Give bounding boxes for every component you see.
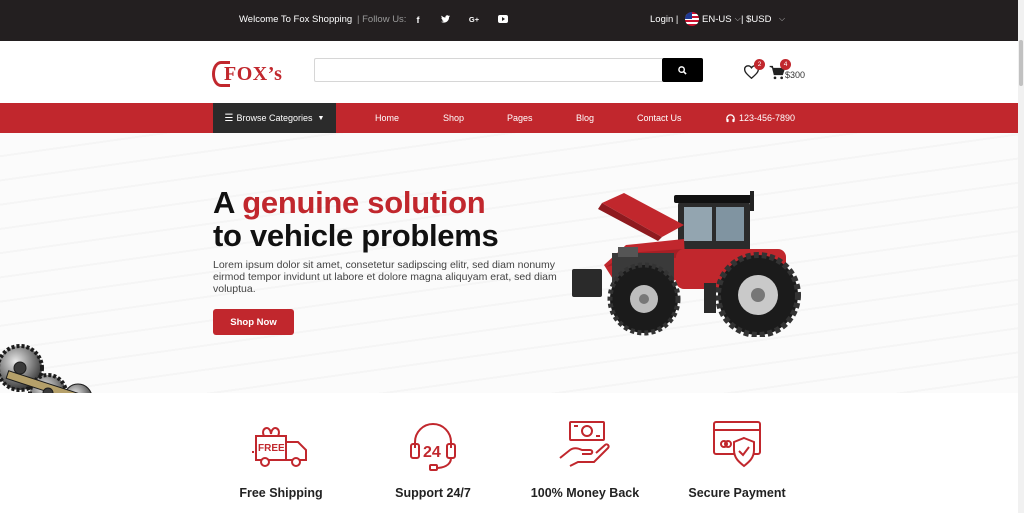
twitter-icon[interactable] [438,13,452,27]
free-shipping-truck-icon: FREE [252,427,307,467]
language-selector[interactable]: EN-US ⌵ [685,12,741,26]
youtube-icon[interactable] [496,13,510,27]
browse-categories-button[interactable]: ☰ Browse Categories ▼ [213,103,336,133]
cart-count-badge: 4 [780,59,791,70]
google-plus-icon[interactable]: G+ [467,13,481,27]
feature-label: 100% Money Back [530,486,640,500]
phone-number: 123-456-7890 [739,113,796,123]
support-24-text: 24 [423,444,441,461]
search-button[interactable] [662,58,703,82]
feature-label: Secure Payment [688,486,786,500]
login-link[interactable]: Login | [650,14,678,25]
chevron-down-icon[interactable]: ⌵ [779,14,785,24]
wishlist-button[interactable]: 2 [743,59,765,84]
features-section [0,393,1018,513]
cart-button[interactable]: 4 [769,59,791,85]
follow-us-label: | Follow Us: [357,14,407,25]
hero-title: A genuine solution to vehicle problems [213,185,499,253]
logo[interactable]: FOX’s [212,59,282,89]
feature-label: Support 24/7 [395,486,471,500]
feature-support: 24 Support 24/7 [373,418,493,500]
nav-blog[interactable]: Blog [576,113,594,123]
nav-shop[interactable]: Shop [443,113,464,123]
money-back-icon [559,421,610,467]
search-icon [678,65,687,75]
site-header: FOX’s 2 4 $300 [0,41,1018,103]
top-bar: Welcome To Fox Shopping | Follow Us: f G… [0,0,1018,41]
secure-payment-icon [713,421,761,468]
hero-title-highlight: genuine solution [242,185,486,220]
hero-description: Lorem ipsum dolor sit amet, consetetur s… [213,259,557,295]
wishlist-count-badge: 2 [754,59,765,70]
facebook-icon[interactable]: f [411,13,425,27]
nav-home[interactable]: Home [375,113,399,123]
welcome-text: Welcome To Fox Shopping [239,14,353,25]
nav-pages[interactable]: Pages [507,113,533,123]
chevron-down-icon: ⌵ [734,14,741,23]
currency-selector[interactable]: | $USD [741,14,771,25]
hero-title-line2: to vehicle problems [213,218,499,253]
hero-title-prefix: A [213,185,243,220]
shop-now-button[interactable]: Shop Now [213,309,294,335]
language-label: EN-US [702,13,732,25]
scrollbar[interactable] [1018,0,1024,513]
scrollbar-thumb[interactable] [1019,40,1023,86]
cart-total: $300 [785,70,806,80]
menu-icon: ☰ [224,112,234,124]
nav-contact-us[interactable]: Contact Us [637,113,682,123]
caret-down-icon: ▼ [317,114,325,122]
us-flag-icon [685,12,699,26]
feature-free-shipping: FREE Free Shipping [221,418,341,500]
feature-label: Free Shipping [239,486,323,500]
feature-secure-payment: Secure Payment [677,418,797,500]
search-input[interactable] [314,58,662,82]
headphones-icon [726,113,735,122]
browse-categories-label: Browse Categories [236,113,313,123]
support-headset-icon: 24 [410,423,456,471]
phone-contact[interactable]: 123-456-7890 [726,113,795,123]
free-badge-text: FREE [258,443,285,454]
tractor-image [572,191,801,337]
feature-money-back: 100% Money Back [525,418,645,500]
logo-text: FOX’s [224,62,283,85]
main-nav: ☰ Browse Categories ▼ Home Shop Pages Bl… [0,103,1018,133]
